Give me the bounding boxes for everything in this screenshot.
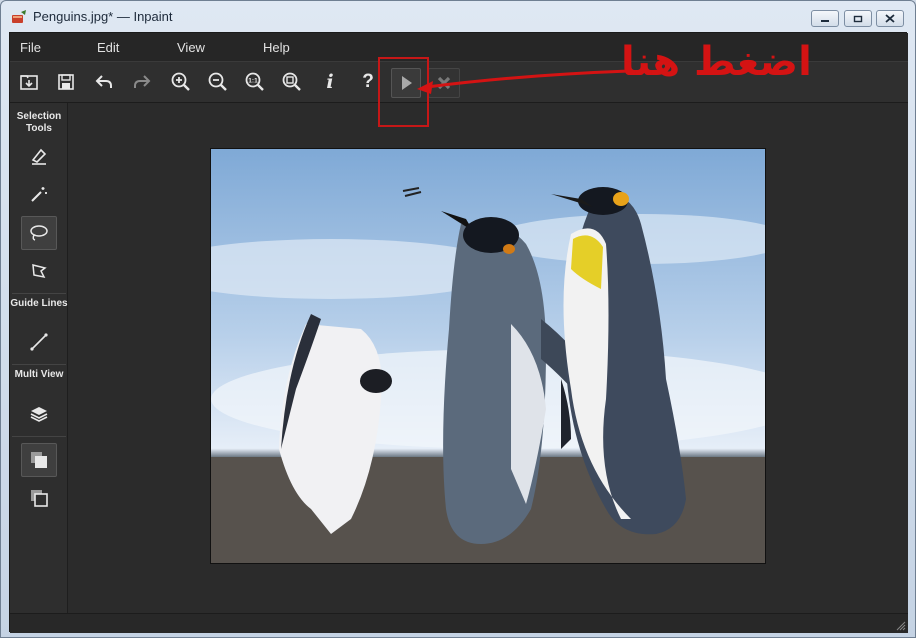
image-canvas[interactable]	[69, 103, 908, 613]
app-window: Penguins.jpg* — Inpaint File Edit View H…	[0, 0, 916, 638]
layers-tool-button[interactable]	[21, 397, 57, 431]
save-icon	[58, 74, 74, 90]
overlap-squares-icon	[31, 452, 47, 468]
info-button[interactable]: i	[316, 68, 344, 96]
info-icon: i	[326, 71, 334, 93]
resize-grip-icon[interactable]	[896, 621, 906, 631]
selection-tools-heading: Selection Tools	[16, 111, 62, 134]
title-bar: Penguins.jpg* — Inpaint	[1, 1, 915, 32]
sidebar-divider	[12, 436, 66, 437]
lasso-icon	[30, 225, 48, 241]
menu-edit[interactable]: Edit	[97, 40, 119, 55]
guide-line-tool-button[interactable]	[21, 325, 57, 359]
layers-icon	[30, 407, 48, 422]
menu-help[interactable]: Help	[263, 40, 290, 55]
annotation-arrow	[417, 69, 630, 94]
line-icon	[30, 333, 48, 351]
actual-size-icon-text: 1:1	[248, 78, 258, 85]
maximize-button[interactable]	[844, 10, 872, 27]
penguins-image	[211, 149, 765, 563]
zoom-out-button[interactable]	[204, 68, 232, 96]
minimize-button[interactable]	[811, 10, 839, 27]
fit-window-button[interactable]	[278, 68, 306, 96]
minimize-icon	[821, 19, 829, 22]
single-view-button[interactable]	[21, 443, 57, 477]
status-bar	[10, 613, 908, 633]
undo-button[interactable]	[90, 68, 118, 96]
magic-wand-tool-button[interactable]	[21, 177, 57, 211]
marker-icon	[31, 148, 47, 165]
multi-view-heading: Multi View	[14, 369, 64, 380]
actual-size-icon: 1:1	[245, 72, 264, 91]
close-window-button[interactable]	[876, 10, 904, 27]
help-icon: ?	[362, 71, 374, 92]
polygon-lasso-icon	[32, 264, 47, 279]
redo-button[interactable]	[128, 68, 156, 96]
magic-wand-icon	[31, 187, 47, 202]
guide-lines-heading: Guide Lines	[10, 298, 68, 309]
tools-sidebar: Selection Tools Guide Lines Multi View	[10, 103, 68, 613]
zoom-out-icon	[208, 72, 227, 91]
redo-icon	[134, 75, 151, 88]
lasso-tool-button[interactable]	[21, 216, 57, 250]
polygon-lasso-tool-button[interactable]	[21, 254, 57, 288]
actual-size-button[interactable]: 1:1	[241, 68, 269, 96]
open-icon	[20, 75, 38, 90]
marker-tool-button[interactable]	[21, 139, 57, 173]
restore-icon	[853, 15, 863, 22]
fit-window-icon	[282, 72, 301, 91]
annotation-text: اضغط هنا	[621, 39, 812, 85]
overlap-outline-squares-icon	[31, 490, 48, 507]
penguins-photo[interactable]	[210, 148, 766, 564]
inpaint-app-icon	[12, 10, 26, 23]
save-button[interactable]	[52, 68, 80, 96]
menu-file[interactable]: File	[20, 40, 41, 55]
sidebar-divider	[12, 293, 66, 294]
zoom-in-button[interactable]	[167, 68, 195, 96]
sidebar-divider	[12, 364, 66, 365]
zoom-in-icon	[171, 72, 190, 91]
open-button[interactable]	[15, 68, 43, 96]
app-client-area: File Edit View Help 1:1 i ? Selection To…	[9, 32, 908, 633]
side-by-side-view-button[interactable]	[21, 481, 57, 515]
close-icon	[885, 14, 895, 23]
menu-view[interactable]: View	[177, 40, 205, 55]
undo-icon	[95, 75, 112, 88]
window-title: Penguins.jpg* — Inpaint	[33, 9, 173, 24]
